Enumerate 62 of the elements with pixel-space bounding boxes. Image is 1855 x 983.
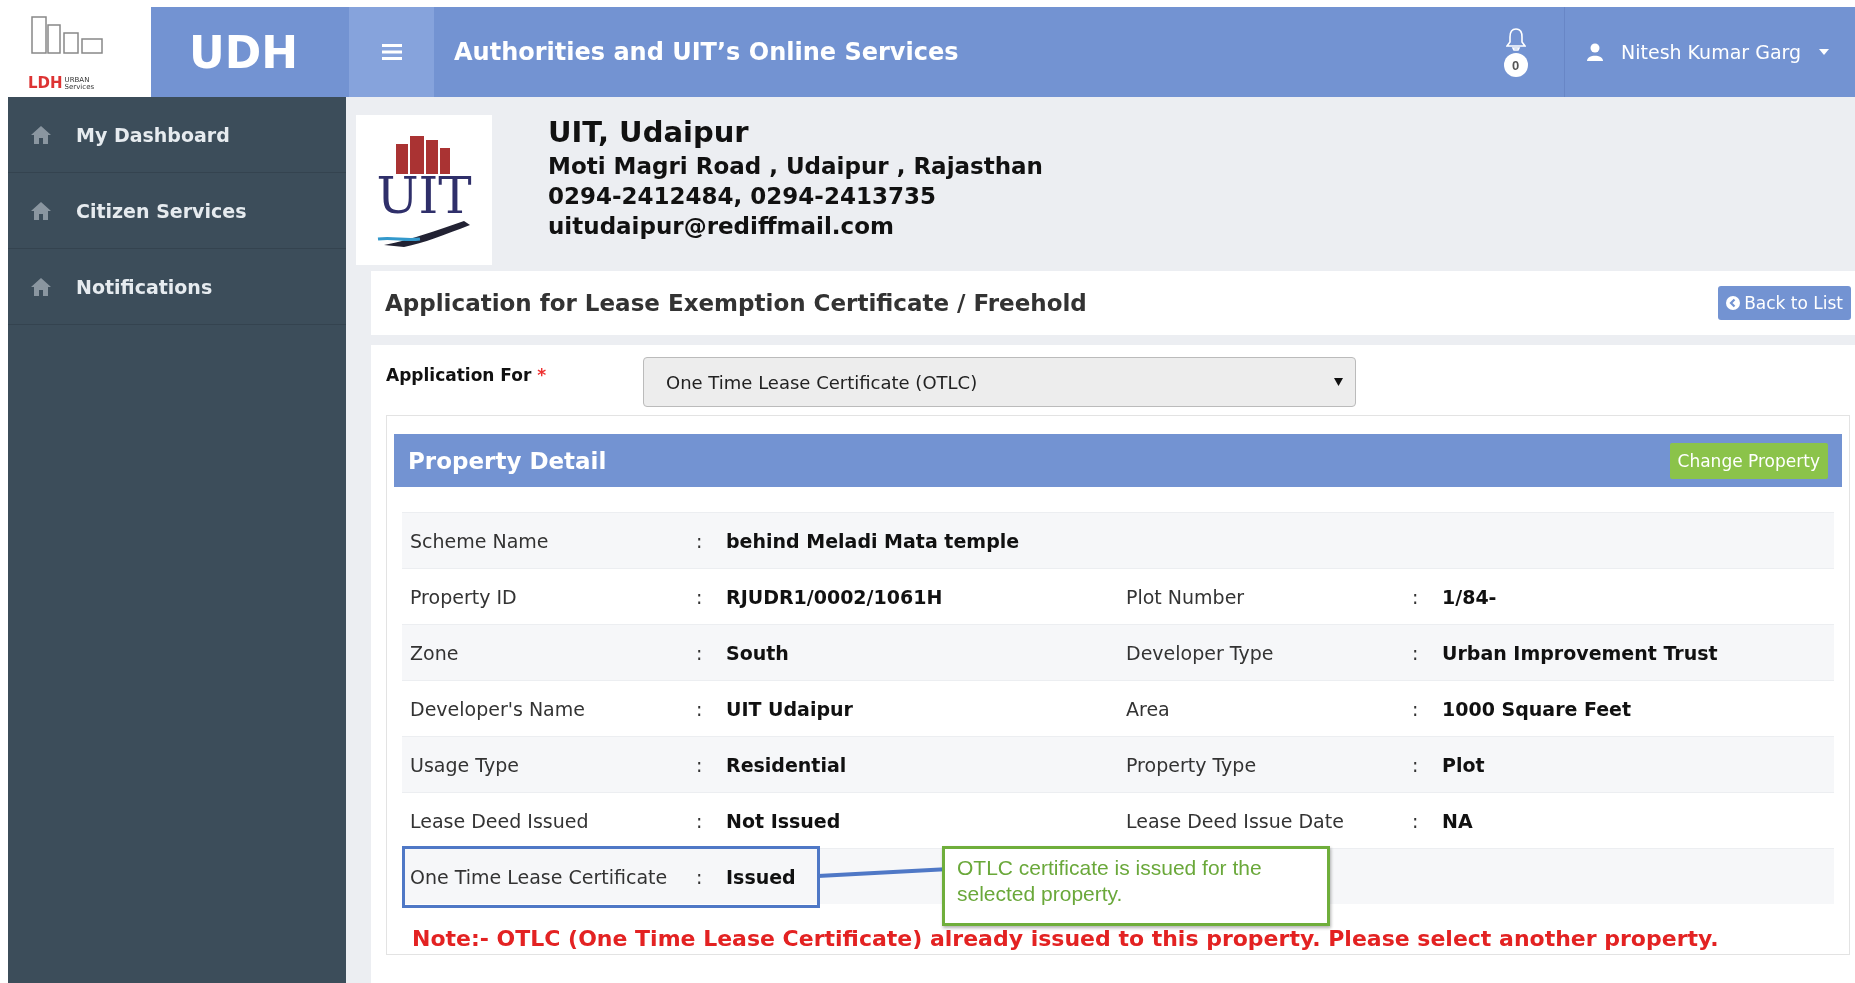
separator-colon: : [696, 809, 704, 832]
field-label: Lease Deed Issued [410, 809, 590, 832]
field-value: NA [1442, 809, 1473, 832]
separator-colon: : [1412, 753, 1420, 776]
separator-colon: : [696, 585, 704, 608]
user-icon [1587, 43, 1603, 61]
bell-icon [1505, 27, 1526, 51]
field-label: Application For * [386, 364, 548, 385]
field-label: Plot Number [1126, 585, 1246, 608]
field-label: One Time Lease Certificate [410, 865, 669, 888]
home-icon [30, 124, 52, 145]
field-value: RJUDR1/0002/1061H [726, 585, 943, 608]
field-value: Residential [726, 753, 847, 776]
field-label: Property ID [410, 585, 518, 608]
required-asterisk: * [537, 365, 547, 385]
field-label: Zone [410, 641, 460, 664]
home-icon [30, 276, 52, 297]
caret-icon [1819, 49, 1830, 55]
field-value: UIT Udaipur [726, 697, 853, 720]
panel-title: Property Detail [408, 447, 607, 474]
arrow-left-circle-icon [1726, 296, 1741, 310]
field-value: Plot [1442, 753, 1485, 776]
field-value: Not Issued [726, 809, 841, 832]
separator-colon: : [696, 865, 704, 888]
brand-name: UDH [188, 25, 300, 80]
page-title: Application for Lease Exemption Certificate / Freehold [385, 290, 1087, 316]
organization-phones: 0294-2412484, 0294-2413735 [548, 183, 937, 209]
separator-colon: : [696, 697, 704, 720]
field-value: 1/84- [1442, 585, 1497, 608]
field-value: 1000 Square Feet [1442, 697, 1632, 720]
separator-colon: : [696, 753, 704, 776]
application-for-select[interactable]: One Time Lease Certificate (OTLC) [643, 357, 1356, 407]
organization-name: UIT, Udaipur [548, 115, 750, 149]
dropdown-icon [1334, 378, 1343, 386]
field-label: Developer's Name [410, 697, 586, 720]
home-icon [30, 200, 52, 221]
separator-colon: : [1412, 697, 1420, 720]
field-label: Area [1126, 697, 1171, 720]
field-label: Scheme Name [410, 529, 550, 552]
notification-count: 0 [1503, 53, 1528, 77]
menu-icon [381, 43, 402, 61]
separator-colon: : [696, 529, 704, 552]
separator-colon: : [1412, 641, 1420, 664]
field-value: South [726, 641, 789, 664]
field-label: Lease Deed Issue Date [1126, 809, 1345, 832]
logo-mark: LDH [28, 76, 63, 91]
field-label: Usage Type [410, 753, 520, 776]
separator-colon: : [1412, 809, 1420, 832]
organization-email: uitudaipur@rediffmail.com [548, 213, 895, 239]
warning-note: Note:- OTLC (One Time Lease Certificate) already issued to this property. Please select another property. [411, 925, 1720, 951]
field-value: Urban Improvement Trust [1442, 641, 1718, 664]
organization-logo-text: UIT [376, 173, 472, 219]
field-value: behind Meladi Mata temple [726, 529, 1020, 552]
organization-address: Moti Magri Road , Udaipur , Rajasthan [548, 153, 1043, 179]
separator-colon: : [1412, 585, 1420, 608]
field-label: Property Type [1126, 753, 1258, 776]
separator-colon: : [696, 641, 704, 664]
callout-note: OTLC certificate is issued for the selected property. [942, 846, 1330, 926]
menu-button[interactable] [349, 7, 434, 97]
field-label: Developer Type [1126, 641, 1275, 664]
field-value: Issued [726, 865, 796, 888]
app-title: Authorities and UIT’s Online Services [453, 37, 960, 68]
